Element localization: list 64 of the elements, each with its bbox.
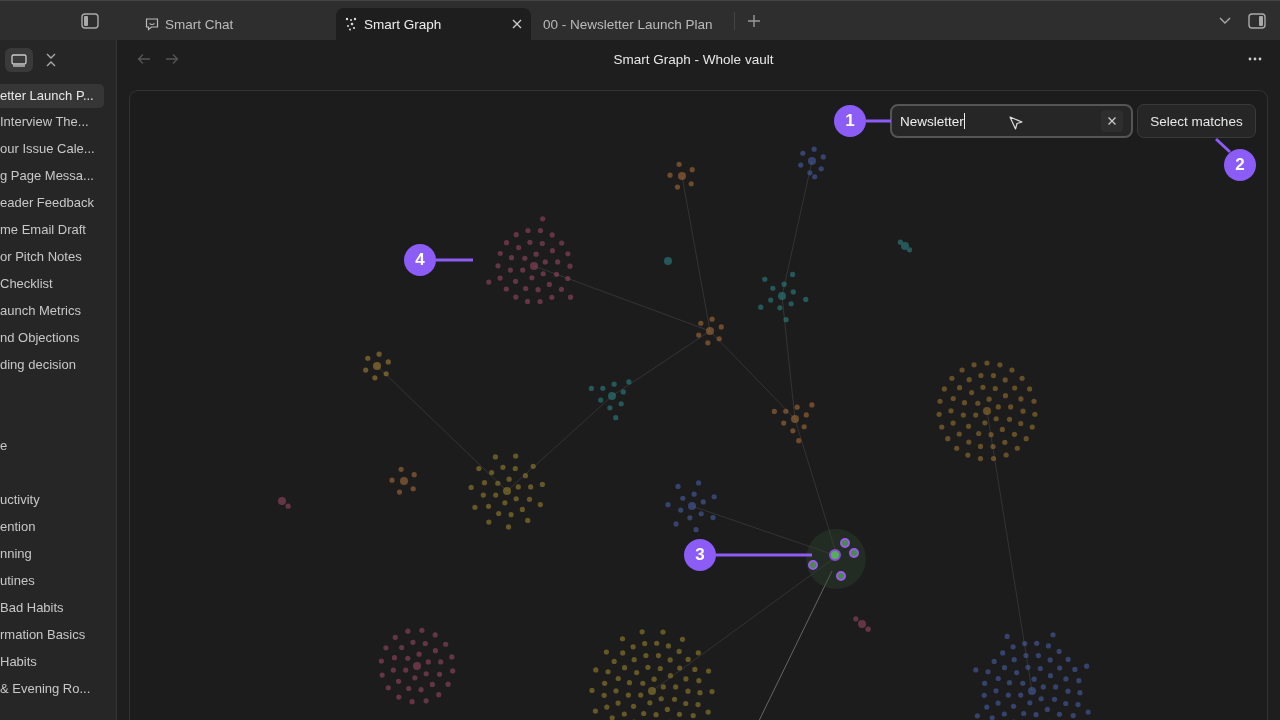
file-item[interactable]: g Page Messa... [0,162,104,189]
chat-icon [145,17,159,31]
node-cluster[interactable] [664,257,672,265]
sidebar-toggle-icon[interactable] [81,12,99,29]
file-item[interactable]: Checklist [0,270,104,297]
node-cluster[interactable] [278,497,291,509]
view-title: Smart Graph - Whole vault [612,51,775,67]
file-item[interactable]: & Evening Ro... [0,675,104,702]
node-cluster[interactable] [758,271,809,323]
node-cluster[interactable] [665,480,717,533]
leader-line [436,258,473,262]
file-item[interactable]: uctivity [0,486,104,513]
file-item[interactable]: Habits [0,648,104,675]
node-cluster[interactable] [589,629,715,720]
clear-icon[interactable] [1101,110,1123,132]
node-cluster[interactable] [936,360,1038,462]
tab[interactable]: Smart Chat [137,8,332,40]
node-cluster[interactable] [973,632,1091,720]
node-cluster[interactable] [771,402,815,444]
tab-list-button[interactable] [5,48,33,72]
cursor-icon [1008,115,1024,131]
graph-icon [344,17,358,31]
file-item[interactable]: me Email Draft [0,216,104,243]
node-cluster[interactable] [363,351,391,381]
node-cluster[interactable] [468,453,545,530]
file-item[interactable]: Bad Habits [0,594,104,621]
tab[interactable]: Smart Graph [336,8,531,40]
more-icon[interactable] [1248,57,1262,61]
search-field[interactable]: Newsletter [890,104,1133,138]
file-item[interactable]: nd Objections [0,324,104,351]
node-cluster[interactable] [897,239,913,253]
matched-cluster[interactable] [808,538,859,581]
node-cluster[interactable] [486,216,574,305]
tab[interactable]: 00 - Newsletter Launch Plan [535,8,730,40]
file-item[interactable]: nning [0,540,104,567]
back-arrow-icon[interactable] [137,53,151,65]
file-item[interactable]: our Issue Cale... [0,135,104,162]
file-item[interactable]: or Pitch Notes [0,243,104,270]
node-cluster[interactable] [696,316,724,346]
forward-arrow-icon[interactable] [165,53,179,65]
node-cluster[interactable] [588,379,632,421]
file-item[interactable]: eader Feedback [0,189,104,216]
node-cluster[interactable] [853,616,871,632]
node-cluster[interactable] [667,161,695,190]
node-cluster[interactable] [798,146,826,180]
file-item[interactable]: etter Launch P... [0,84,104,108]
file-item[interactable]: aunch Metrics [0,297,104,324]
file-item[interactable]: rmation Basics [0,621,104,648]
plus-icon[interactable] [747,13,761,28]
file-item[interactable]: ention [0,513,104,540]
file-item[interactable]: Interview The... [0,108,104,135]
node-cluster[interactable] [389,466,417,495]
select-matches-button[interactable]: Select matches [1137,104,1256,138]
window-icon [11,53,27,67]
file-item[interactable]: e [0,432,104,459]
node-cluster[interactable] [378,627,456,705]
chevron-down-icon[interactable] [1218,15,1232,26]
close-icon[interactable] [511,18,523,30]
leader-line [1214,137,1232,154]
sidebar-toggle-icon[interactable] [1248,12,1266,29]
collapse-icon[interactable] [45,53,57,67]
file-item[interactable]: ding decision [0,351,104,378]
leader-line [866,119,891,123]
file-item[interactable]: utines [0,567,104,594]
